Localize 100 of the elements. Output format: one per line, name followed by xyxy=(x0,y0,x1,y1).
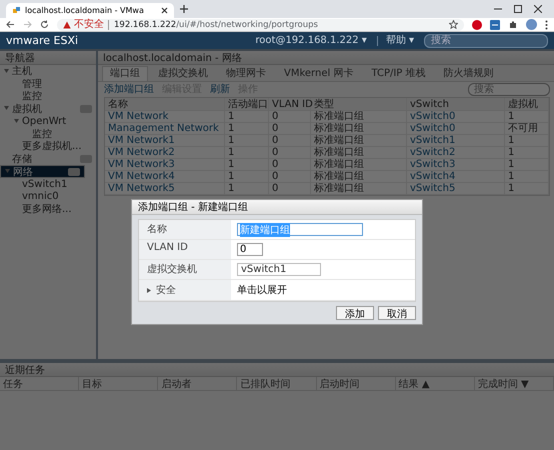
column-header[interactable]: 启动时间 xyxy=(316,377,396,390)
dialog-button[interactable]: 添加 xyxy=(336,306,374,320)
table-cell: 1 xyxy=(505,171,549,182)
navigator-item[interactable]: 更多网络... xyxy=(0,203,96,216)
warning-icon xyxy=(63,20,71,28)
field-label: VLAN ID xyxy=(139,240,231,259)
table-cell: VM Network2 xyxy=(105,147,225,158)
table-cell: 1 xyxy=(505,159,549,170)
tab[interactable]: VMkernel 网卡 xyxy=(276,66,362,81)
maximize-icon[interactable] xyxy=(514,5,522,13)
navigator-item[interactable]: 虚拟机 xyxy=(0,102,96,115)
vlan-field[interactable]: 0 xyxy=(237,243,263,256)
table-cell: 1 xyxy=(225,171,269,182)
star-icon[interactable] xyxy=(449,20,458,29)
table-cell: 标准端口组 xyxy=(311,135,407,146)
tab[interactable]: 物理网卡 xyxy=(218,66,274,81)
column-header[interactable]: 虚拟机 xyxy=(505,98,549,110)
browser-tab[interactable]: localhost.localdomain - VMwa xyxy=(6,3,174,18)
table-cell: 标准端口组 xyxy=(311,123,407,134)
column-header[interactable]: VLAN ID xyxy=(269,98,311,110)
switch-dropdown[interactable]: vSwitch1 xyxy=(237,263,321,276)
security-label: 不安全 xyxy=(74,20,109,30)
column-header[interactable]: 任务 xyxy=(0,377,80,390)
table-cell: Management Network xyxy=(105,123,225,134)
esxi-logo: vmware ESXi xyxy=(6,34,78,47)
tab[interactable]: 防火墙规则 xyxy=(436,66,502,81)
table-cell: 0 xyxy=(269,159,311,170)
navigator-item[interactable]: 管理 xyxy=(0,78,96,90)
reload-icon[interactable] xyxy=(40,20,49,29)
table-cell: 1 xyxy=(505,147,549,158)
toolbar-button[interactable]: 刷新 xyxy=(210,84,230,96)
table-cell: VM Network1 xyxy=(105,135,225,146)
table-cell: 不可用 xyxy=(505,123,549,134)
favicon-icon xyxy=(12,6,21,15)
column-header[interactable]: 启动者 xyxy=(158,377,238,390)
column-header[interactable]: 目标 xyxy=(79,377,158,390)
panel-title: localhost.localdomain - 网络 xyxy=(103,52,242,64)
navigator-item[interactable]: 主机 xyxy=(0,65,96,78)
extension-icon[interactable] xyxy=(490,20,500,30)
table-cell: 0 xyxy=(269,171,311,182)
navigator-item[interactable]: 存储 xyxy=(0,152,96,165)
toolbar-button[interactable]: 添加端口组 xyxy=(104,84,154,96)
column-header[interactable]: 类型 xyxy=(311,98,407,110)
table-cell: 标准端口组 xyxy=(311,171,407,182)
navigator-item[interactable]: 监控 xyxy=(0,90,96,102)
table-cell: 1 xyxy=(225,183,269,194)
more-icon[interactable] xyxy=(545,20,548,30)
avatar-icon[interactable] xyxy=(526,19,537,30)
table-cell: 标准端口组 xyxy=(311,147,407,158)
table-cell: VM Network3 xyxy=(105,159,225,170)
table-cell: 标准端口组 xyxy=(311,111,407,122)
field-label: 虚拟交换机 xyxy=(139,260,231,279)
column-header[interactable]: 名称 xyxy=(105,98,225,110)
table-cell: vSwitch0 xyxy=(407,111,505,122)
navigator-item[interactable]: 监控 xyxy=(0,128,96,140)
column-header[interactable]: 完成时间 ▼ xyxy=(474,377,554,390)
count-badge xyxy=(80,104,92,113)
section-label[interactable]: 安全 xyxy=(156,283,176,297)
field-label: 名称 xyxy=(139,220,231,239)
address-bar[interactable]: 不安全 192.168.1.222/ui/#/host/networking/portgroups xyxy=(57,18,464,30)
dialog-title: 添加端口组 - 新建端口组 xyxy=(138,200,248,214)
table-cell: 标准端口组 xyxy=(311,183,407,194)
count-badge xyxy=(68,168,80,176)
table-cell: vSwitch0 xyxy=(407,123,505,134)
column-header[interactable]: 已排队时间 xyxy=(237,377,317,390)
column-header[interactable]: vSwitch xyxy=(407,98,505,110)
table-cell: VM Network4 xyxy=(105,171,225,182)
new-tab-icon[interactable] xyxy=(180,5,188,13)
table-cell: 0 xyxy=(269,111,311,122)
table-cell: 0 xyxy=(269,183,311,194)
navigator-item[interactable]: 更多虚拟机... xyxy=(0,140,96,152)
back-icon[interactable] xyxy=(6,20,15,29)
table-cell: vSwitch5 xyxy=(407,183,505,194)
table-cell: vSwitch3 xyxy=(407,159,505,170)
column-header[interactable]: 活动端口 xyxy=(225,98,269,110)
search-field[interactable]: 搜索 xyxy=(424,34,548,48)
tab[interactable]: TCP/IP 堆栈 xyxy=(363,66,434,81)
column-header[interactable]: 结果 ▲ xyxy=(396,377,475,390)
navigator-item[interactable]: 网络 xyxy=(0,165,85,178)
close-icon[interactable] xyxy=(534,5,542,13)
help-menu[interactable]: 帮助 ▾ xyxy=(376,36,414,46)
table-cell: 1 xyxy=(505,111,549,122)
navigator-item[interactable]: vmnic0 xyxy=(0,190,96,203)
table-cell: 0 xyxy=(269,147,311,158)
close-icon[interactable] xyxy=(161,7,168,14)
table-cell: 0 xyxy=(269,123,311,134)
dialog-button[interactable]: 取消 xyxy=(378,306,416,320)
navigator-item[interactable]: vSwitch1 xyxy=(0,178,96,190)
table-cell: 1 xyxy=(505,135,549,146)
user-menu[interactable]: root@192.168.1.222 ▾ xyxy=(255,35,367,46)
hint-text: 单击以展开 xyxy=(237,284,287,297)
table-cell: 1 xyxy=(505,183,549,194)
panel-title: 近期任务 xyxy=(5,364,45,376)
expand-icon[interactable] xyxy=(147,288,152,292)
table-cell: vSwitch4 xyxy=(407,171,505,182)
tab[interactable]: 虚拟交换机 xyxy=(150,66,216,81)
navigator-item[interactable]: OpenWrt xyxy=(0,115,96,128)
url-text: 192.168.1.222/ui/#/host/networking/portgroups xyxy=(114,20,318,30)
name-field[interactable]: 新建端口组 xyxy=(237,223,363,236)
tab[interactable]: 端口组 xyxy=(102,66,148,81)
